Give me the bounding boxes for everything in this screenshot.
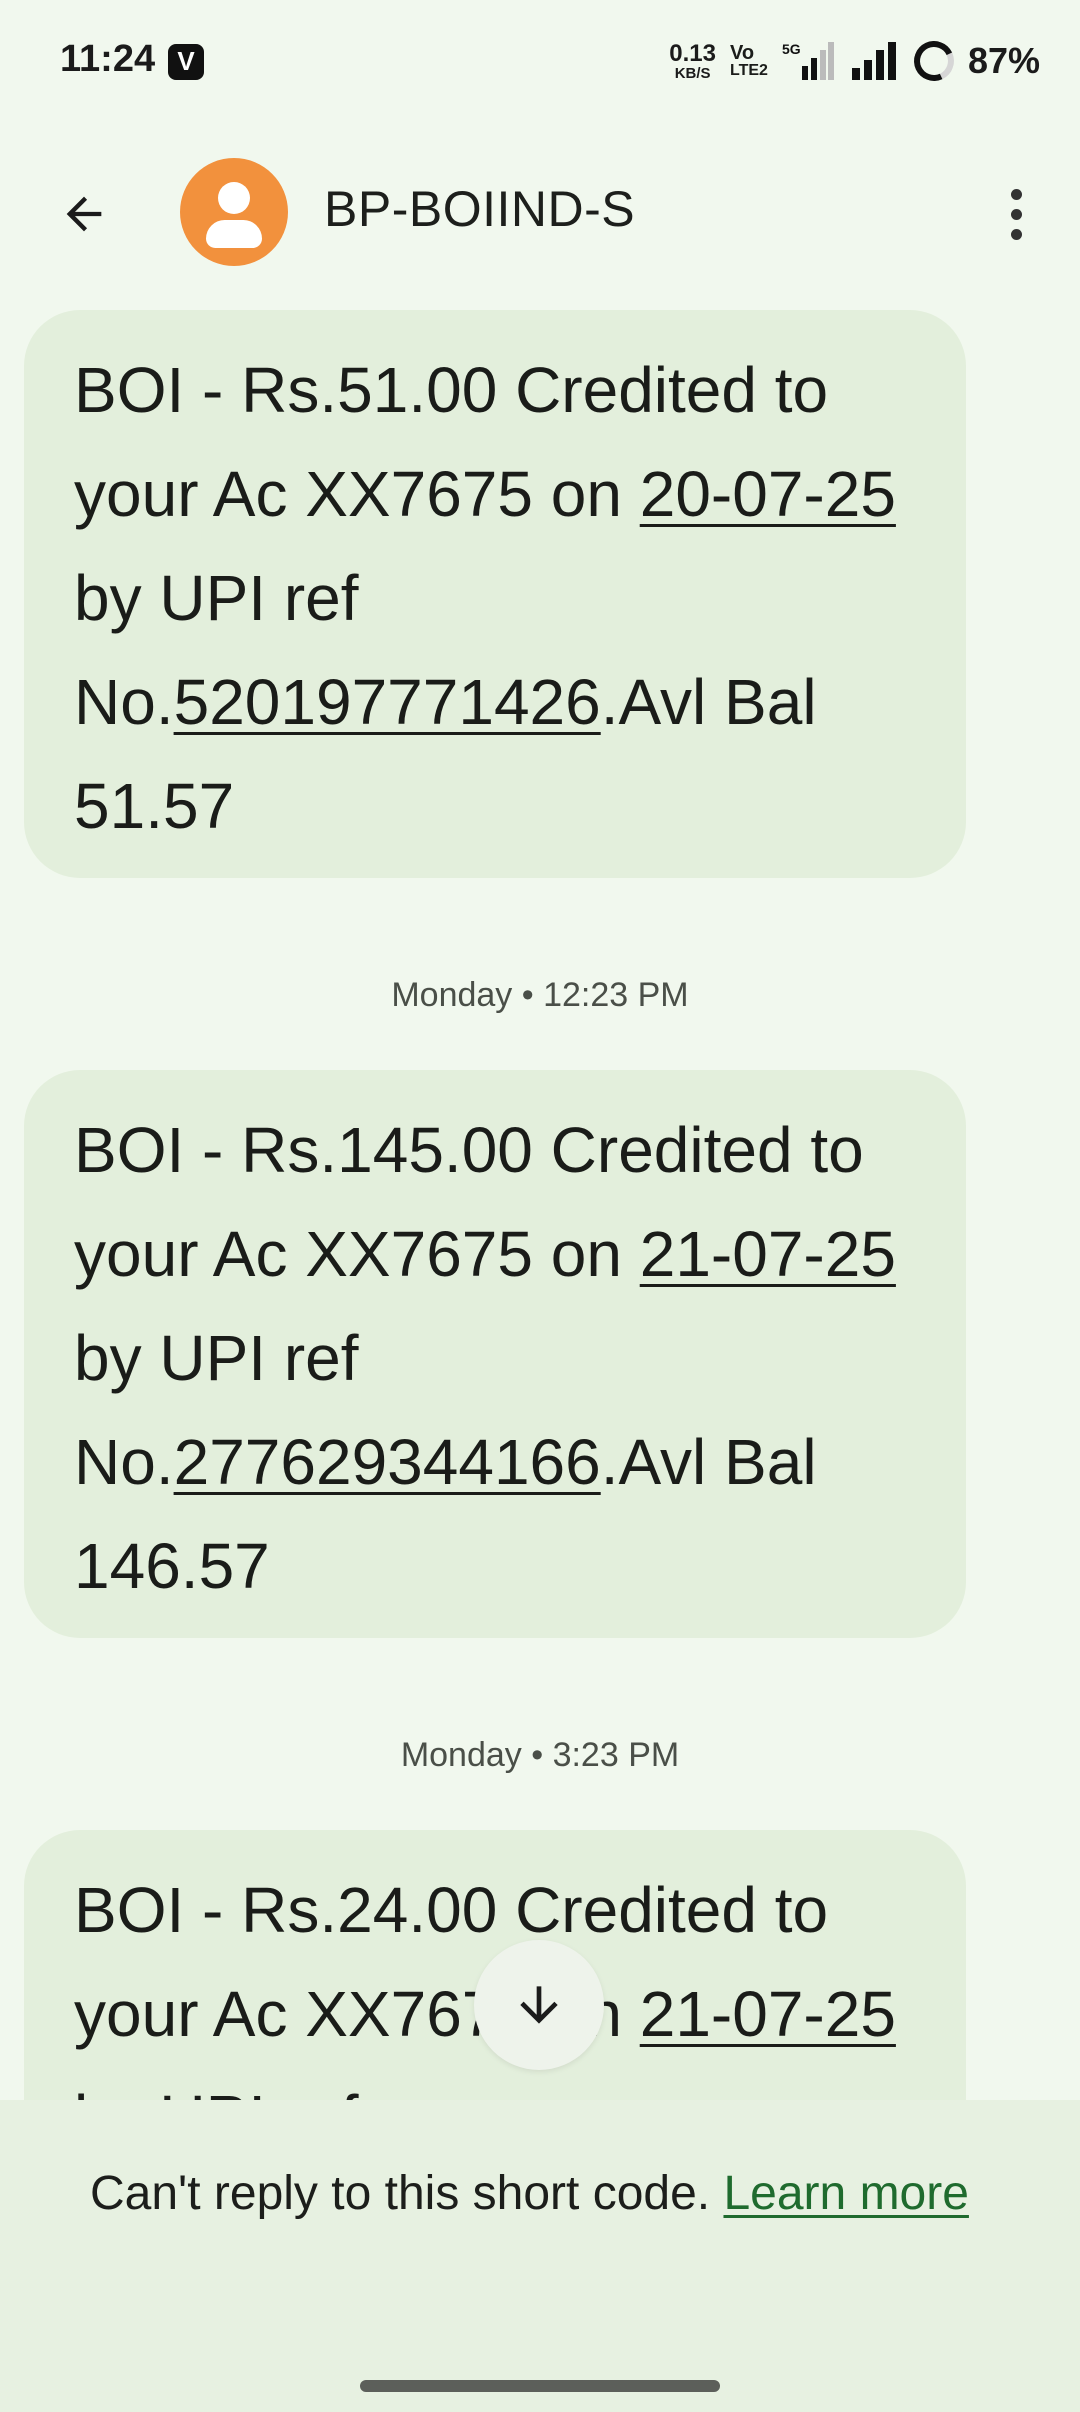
more-options-button[interactable] [988, 178, 1044, 250]
home-indicator[interactable] [360, 2380, 720, 2392]
more-vert-icon [1010, 188, 1022, 200]
scroll-to-bottom-button[interactable] [474, 1940, 604, 2070]
signal-5g-icon: 5G [782, 41, 834, 80]
arrow-down-icon [520, 1986, 558, 2024]
date-link[interactable]: 21-07-25 [640, 1218, 896, 1290]
person-icon-head [218, 182, 250, 214]
reply-disabled-banner: Can't reply to this short code. Learn mo… [0, 2100, 1080, 2412]
network-speed-unit: KB/S [674, 64, 711, 82]
status-icons: 0.13 KB/S Vo LTE2 5G 87% [669, 35, 1040, 87]
volte-icon: Vo LTE2 [730, 42, 768, 79]
message-timestamp: Monday • 3:23 PM [400, 1736, 680, 1774]
message-bubble[interactable]: BOI - Rs.51.00 Credited to your Ac XX767… [24, 310, 966, 878]
status-bar: 11:24 0.13 KB/S Vo LTE2 5G 87% [0, 0, 1080, 124]
network-speed-value: 0.13 [669, 39, 716, 67]
signal-icon [851, 42, 896, 80]
vpn-icon [168, 44, 204, 80]
arrow-back-icon [66, 196, 102, 232]
learn-more-link[interactable]: Learn more [723, 2167, 968, 2220]
date-link[interactable]: 20-07-25 [640, 458, 896, 530]
network-speed: 0.13 KB/S [669, 39, 716, 82]
contact-name[interactable]: BP-BOIIND-S [324, 180, 635, 238]
reply-disabled-text: Can't reply to this short code. Learn mo… [90, 2167, 969, 2220]
date-link[interactable]: 21-07-25 [640, 1978, 896, 2050]
svg-text:5G: 5G [782, 41, 801, 57]
message-timestamp: Monday • 12:23 PM [391, 976, 689, 1014]
battery-percent: 87% [967, 40, 1040, 81]
person-icon-body [206, 220, 262, 248]
avatar[interactable] [180, 158, 288, 266]
battery-icon [908, 35, 960, 87]
message-bubble[interactable]: BOI - Rs.145.00 Credited to your Ac XX76… [24, 1070, 966, 1638]
reference-number-link[interactable]: 520197771426 [174, 666, 601, 738]
back-button[interactable] [48, 178, 120, 250]
reference-number-link[interactable]: 277629344166 [174, 1426, 601, 1498]
conversation-header: BP-BOIIND-S [0, 150, 1080, 270]
status-time: 11:24 [60, 38, 156, 80]
